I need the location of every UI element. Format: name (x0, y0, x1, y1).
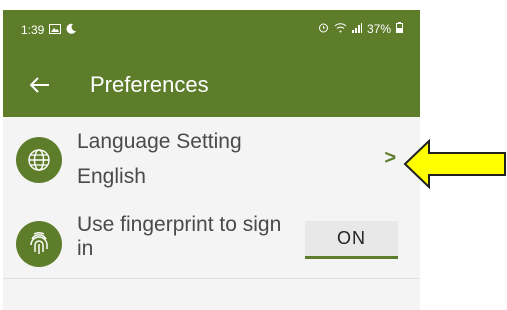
app-bar: Preferences (3, 57, 420, 117)
moon-icon (66, 23, 77, 37)
arrow-left-icon (29, 76, 50, 98)
language-setting-row[interactable]: Language Setting English > (3, 117, 420, 205)
battery-icon (396, 22, 403, 36)
status-bar: 1:39 37% (3, 10, 420, 57)
alarm-icon (318, 22, 329, 36)
fingerprint-setting-row: Use fingerprint to sign in ON (3, 204, 420, 279)
fingerprint-setting-title: Use fingerprint to sign in (77, 213, 282, 260)
fingerprint-icon (16, 221, 62, 267)
status-left: 1:39 (21, 23, 77, 37)
status-right: 37% (318, 22, 403, 36)
wifi-icon (334, 22, 347, 36)
phone-screen: 1:39 37% Preferences Language Setting En… (3, 10, 420, 310)
battery-percent: 37% (366, 22, 391, 36)
language-setting-value: English (77, 165, 146, 188)
back-button[interactable] (23, 71, 57, 103)
globe-icon (16, 137, 62, 183)
annotation-arrow-icon (403, 138, 507, 190)
status-time: 1:39 (21, 23, 45, 37)
signal-icon (351, 22, 362, 36)
fingerprint-toggle-button[interactable]: ON (305, 221, 398, 259)
gallery-notification-icon (49, 23, 62, 37)
page-title: Preferences (90, 72, 209, 97)
language-setting-title: Language Setting (77, 130, 242, 153)
chevron-right-icon[interactable]: > (384, 147, 396, 170)
